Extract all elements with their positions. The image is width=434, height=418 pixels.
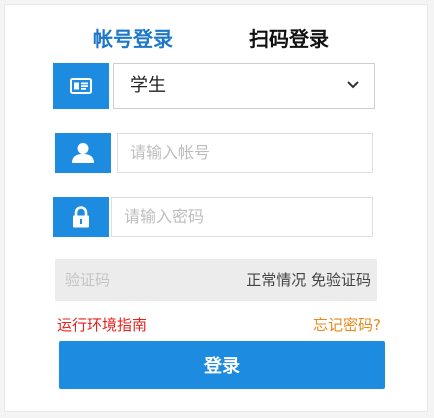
user-icon: [72, 143, 94, 163]
forgot-password-link[interactable]: 忘记密码?: [313, 315, 381, 335]
id-card-icon: [70, 78, 92, 94]
password-icon-box: [53, 197, 109, 237]
account-icon-box: [55, 133, 111, 173]
role-select-value: 学生: [130, 75, 166, 96]
tab-account-login[interactable]: 帐号登录: [93, 25, 173, 53]
password-input[interactable]: 请输入密码: [111, 197, 373, 237]
lock-icon: [73, 206, 89, 228]
account-input[interactable]: 请输入帐号: [117, 133, 373, 173]
captcha-input[interactable]: 验证码: [65, 259, 110, 301]
login-panel: 帐号登录 扫码登录 学生 请输入帐号 请输入密码 验证码 正常情况 免验证码 运…: [4, 4, 428, 412]
login-button[interactable]: 登录: [59, 341, 385, 389]
role-select-row: 学生: [53, 63, 377, 109]
captcha-note: 正常情况 免验证码: [246, 271, 371, 289]
role-select[interactable]: 学生: [113, 63, 375, 109]
password-row: 请输入密码: [53, 197, 373, 237]
account-row: 请输入帐号: [55, 133, 373, 173]
captcha-row: 验证码 正常情况 免验证码: [55, 259, 377, 301]
chevron-down-icon: [347, 81, 359, 89]
role-icon-box: [53, 63, 109, 109]
environment-guide-link[interactable]: 运行环境指南: [57, 315, 147, 335]
tab-qrcode-login[interactable]: 扫码登录: [249, 25, 329, 53]
